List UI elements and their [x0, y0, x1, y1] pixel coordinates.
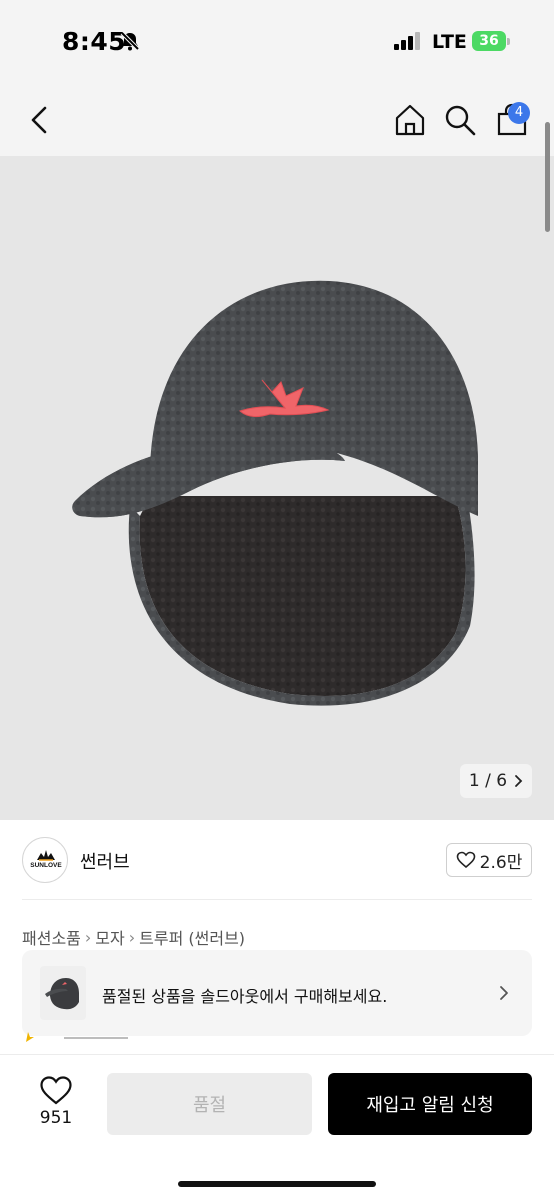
logo-text: SUNLOVE — [30, 862, 62, 869]
soldout-banner[interactable]: 품절된 상품을 솔드아웃에서 구매해보세요. — [22, 950, 532, 1036]
battery-icon: 36 — [472, 31, 506, 51]
back-arrow-icon[interactable] — [22, 102, 58, 138]
brand-logo[interactable]: SUNLOVE — [22, 837, 68, 883]
brand-like-count: 2.6만 — [479, 852, 523, 873]
chevron-right-icon — [500, 986, 508, 1000]
wishlist-count: 951 — [39, 1108, 73, 1128]
gallery-pager[interactable]: 1 / 6 — [460, 764, 532, 798]
restock-alert-button[interactable]: 재입고 알림 신청 — [328, 1073, 532, 1135]
status-time: 8:45 — [62, 27, 127, 56]
soldout-button[interactable]: 품절 — [107, 1073, 312, 1135]
battery-cap — [507, 38, 510, 45]
breadcrumb-item[interactable]: 모자 — [95, 925, 124, 949]
breadcrumb-item[interactable]: 패션소품 — [22, 925, 81, 949]
network-type: LTE — [432, 31, 467, 53]
home-indicator[interactable] — [178, 1181, 376, 1187]
pager-text: 1 / 6 — [468, 771, 508, 791]
breadcrumb-item[interactable]: 트루퍼 (썬러브) — [139, 925, 245, 949]
rating-row-partial — [26, 1032, 128, 1042]
scrollbar[interactable] — [545, 122, 550, 232]
breadcrumb-separator-icon: › — [128, 927, 136, 947]
product-image[interactable] — [0, 156, 554, 820]
breadcrumb-separator-icon: › — [84, 927, 92, 947]
battery-level: 36 — [479, 33, 499, 49]
banner-thumbnail — [40, 966, 86, 1020]
bell-slash-icon — [120, 31, 140, 51]
breadcrumb: 패션소품 › 모자 › 트루퍼 (썬러브) — [22, 925, 245, 949]
home-icon[interactable] — [392, 102, 428, 138]
divider — [22, 899, 532, 900]
cart-count-badge: 4 — [508, 102, 530, 124]
brand-name[interactable]: 썬러브 — [80, 848, 130, 874]
wishlist-heart-icon[interactable] — [30, 1074, 82, 1106]
chevron-right-icon — [515, 775, 523, 787]
heart-outline-icon — [456, 851, 475, 869]
hat-thumbnail-icon — [45, 978, 79, 1010]
banner-text: 품절된 상품을 솔드아웃에서 구매해보세요. — [102, 987, 388, 1006]
signal-icon — [394, 32, 422, 50]
product-hat-illustration — [72, 280, 478, 706]
sunlove-logo-icon: SUNLOVE — [30, 850, 62, 869]
brand-like-button[interactable]: 2.6만 — [446, 843, 532, 877]
search-icon[interactable] — [442, 102, 478, 138]
